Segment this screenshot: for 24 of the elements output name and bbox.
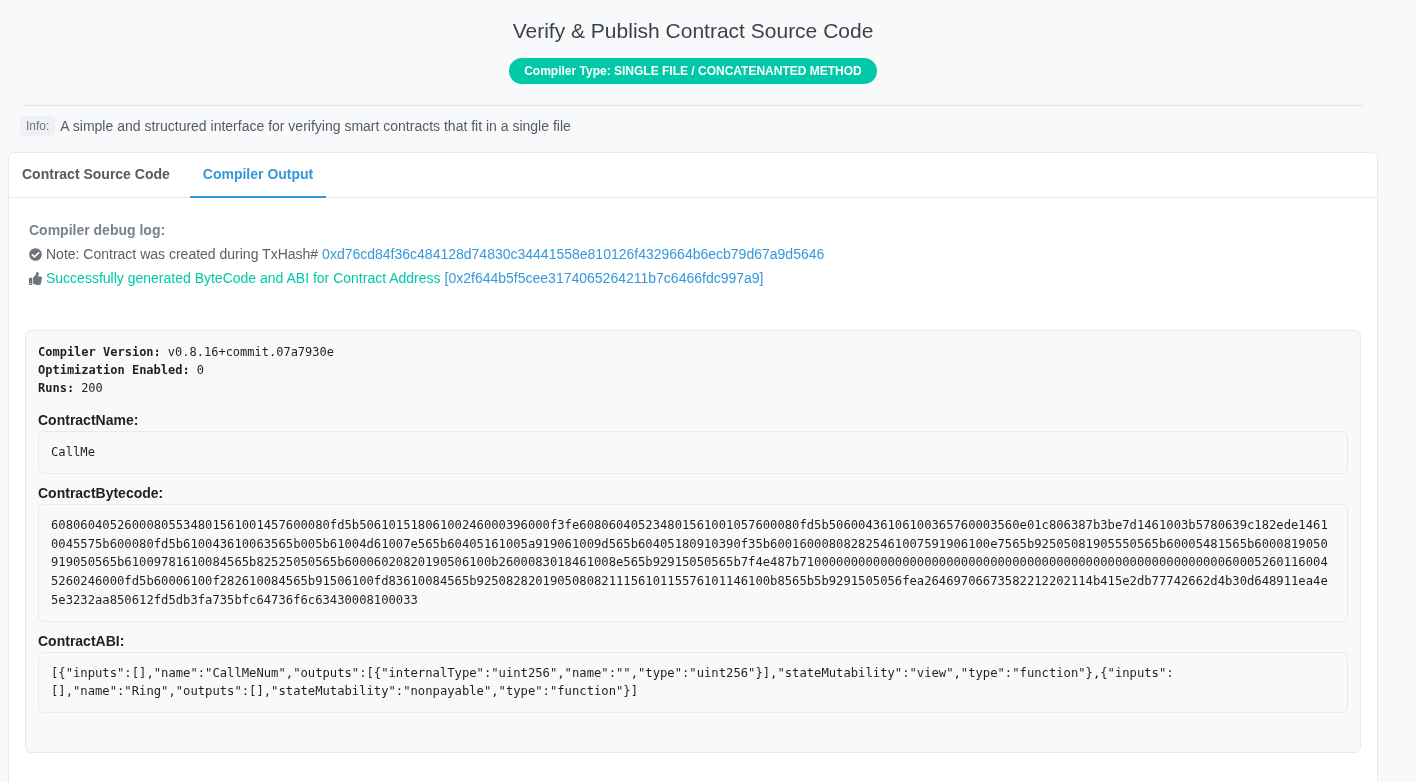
address-link[interactable]: 0xd76cd84f36c484128d74830c34441558e810126f4329664b6ecb79d67a9d5646 — [322, 243, 825, 265]
info-label: Runs: — [38, 380, 75, 397]
info-value: 0 — [196, 362, 204, 379]
code-block: [{"inputs":[],"name":"CallMeNum","outputs":[{"internalType":"uint256","name":"","type":"uint256"}],"stateMutability":"view","type":"function"},{"inputs":[],"name":"Ring","outputs":[],"stateMutability":"nonpayable","type":"function"}] — [38, 651, 1348, 713]
debug-log-heading: Compiler debug log: — [29, 221, 167, 240]
tab[interactable]: Compiler Output — [189, 153, 327, 198]
address-link[interactable]: [0x2f644b5f5cee3174065264211b7c6466fdc997a9] — [444, 267, 764, 289]
info-label: Compiler Version: — [38, 344, 161, 361]
field-label: ContractName: — [38, 411, 140, 430]
field-label: ContractABI: — [38, 631, 126, 651]
info-tag: Info: — [20, 116, 56, 136]
tab[interactable]: Contract Source Code — [9, 153, 183, 198]
note-text: Note: Contract was created during TxHash# — [46, 244, 319, 264]
info-text: A simple and structured interface for verifying smart contracts that fit in a single file — [60, 117, 571, 136]
code-block: CallMe — [38, 431, 1348, 474]
success-message: Successfully generated ByteCode and ABI for Contract Address — [46, 268, 441, 288]
thumbs-up-icon — [29, 271, 42, 285]
info-value: 200 — [81, 380, 103, 397]
info-value: v0.8.16+commit.07a7930e — [167, 344, 334, 361]
info-label: Optimization Enabled: — [38, 362, 190, 379]
code-block: 60806040526000805534801561001457600080fd5b50610151806100246000396000f3fe608060405234801561001057600080fd5b50600436106100365760003560e01c806387b3be7d1461003b5780639c182ede14610045575b600080fd5b610043610063565b005b61004d61007e565b60405161005a919061009d565b60405180910390f35b600160008082825461007591906100e7565b92505081905550565b60005481565b6000819050919050565b61009781610084565b82525050565b60006020820190506100b2600083018461008e565b92915050565b7f4e487b7100000000000000000000000000000000000000000000000000000000600052601160045260246000fd5b60006100f282610084565b91506100fd83610084565b9250828201905080821115610115576101146100b8565b5b9291505056fea26469706673582212202114b415e2db77742662d4b30d648911ea4e5e3232aa850612fd5db3fa735bfc64736f6c63430008100033 — [38, 503, 1348, 622]
field-label: ContractBytecode: — [38, 483, 165, 503]
compiler-type-badge: Compiler Type: SINGLE FILE / CONCATENANTED METHOD — [509, 58, 877, 84]
page-title: Verify & Publish Contract Source Code — [512, 19, 874, 43]
